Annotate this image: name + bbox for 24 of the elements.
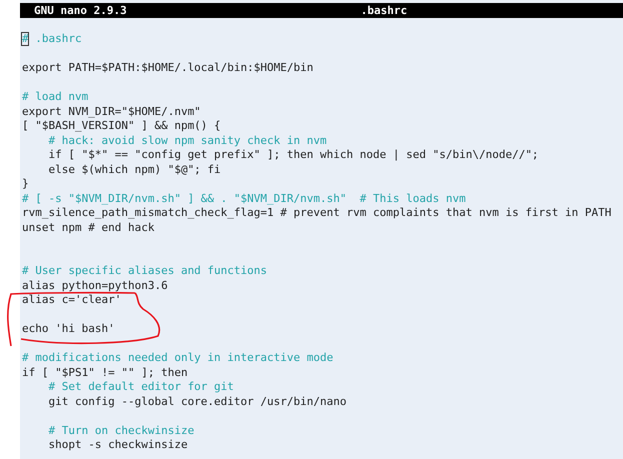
- code-line: export NVM_DIR="$HOME/.nvm": [22, 104, 202, 119]
- comment-line: # .bashrc: [22, 32, 83, 46]
- code-line: echo 'hi bash': [22, 322, 116, 336]
- comment-line: # Set default editor for git: [47, 380, 235, 394]
- code-line: if [ "$PS1" != "" ]; then: [22, 366, 189, 380]
- code-line: unset npm # end hack: [22, 220, 156, 235]
- code-line: }: [22, 177, 30, 192]
- code-line: if [ "$*" == "config get prefix" ]; then which node | sed "s/bin\/node//";: [47, 148, 540, 162]
- code-line: alias c='clear': [22, 293, 122, 308]
- code-line: shopt -s checkwinsize: [47, 438, 189, 452]
- comment-line: # load nvm: [22, 90, 90, 104]
- comment-line: # Turn on checkwinsize: [47, 424, 196, 438]
- comment-line: # hack: avoid slow npm sanity check in nvm: [47, 134, 328, 148]
- code-line: export PATH=$PATH:$HOME/.local/bin:$HOME/bin: [22, 61, 314, 76]
- comment-line: # modifications needed only in interactive mode: [22, 351, 334, 366]
- code-line: git config --global core.editor /usr/bin/nano: [47, 394, 348, 409]
- file-name: .bashrc: [360, 4, 408, 17]
- code-line: rvm_silence_path_mismatch_check_flag=1 # prevent rvm complaints that nvm is first in PATH: [22, 206, 612, 220]
- comment-line: # User specific aliases and functions: [22, 264, 268, 278]
- app-version: GNU nano 2.9.3: [34, 4, 127, 17]
- comment-line: # [ -s "$NVM_DIR/nvm.sh" ] && . "$NVM_DIR/nvm.sh" # This loads nvm: [22, 192, 467, 206]
- code-line: alias python=python3.6: [22, 278, 169, 293]
- code-line: [ "$BASH_VERSION" ] && npm() {: [22, 119, 222, 134]
- code-line: else $(which npm) "$@"; fi: [47, 162, 222, 177]
